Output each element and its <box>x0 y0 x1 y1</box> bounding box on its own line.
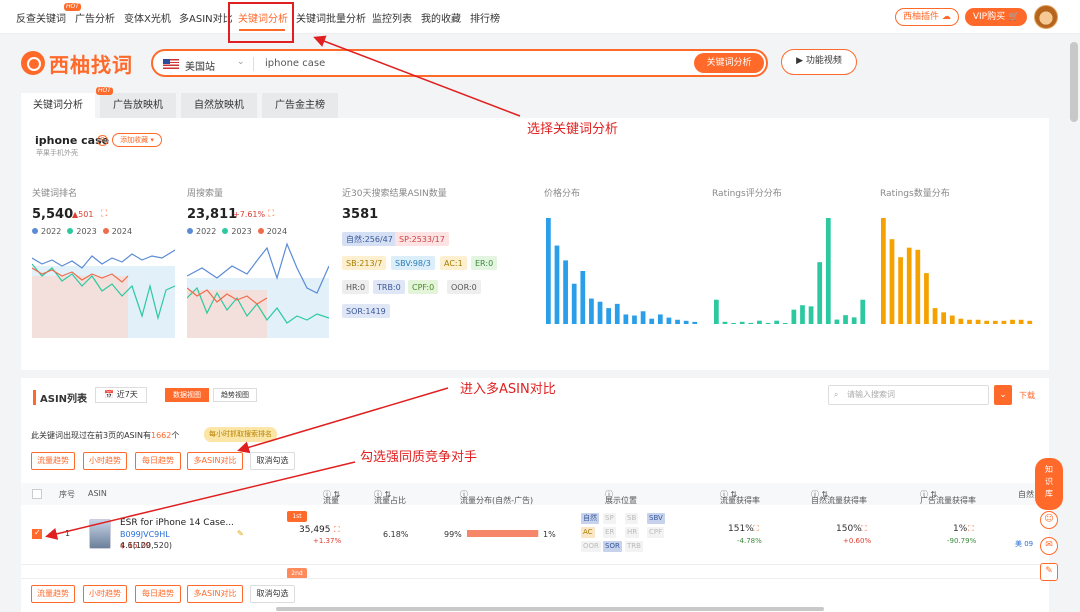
annotation-multi-asin: 进入多ASIN对比 <box>460 382 556 397</box>
annotation-select-keyword: 选择关键词分析 <box>527 122 619 137</box>
arrow-to-multi-asin <box>237 387 449 454</box>
arrow-to-keyword-tab <box>313 35 521 117</box>
arrow-to-checkbox <box>45 461 356 540</box>
annotation-overlay <box>45 35 521 540</box>
annotation-check-competitor: 勾选强同质竞争对手 <box>360 450 478 465</box>
